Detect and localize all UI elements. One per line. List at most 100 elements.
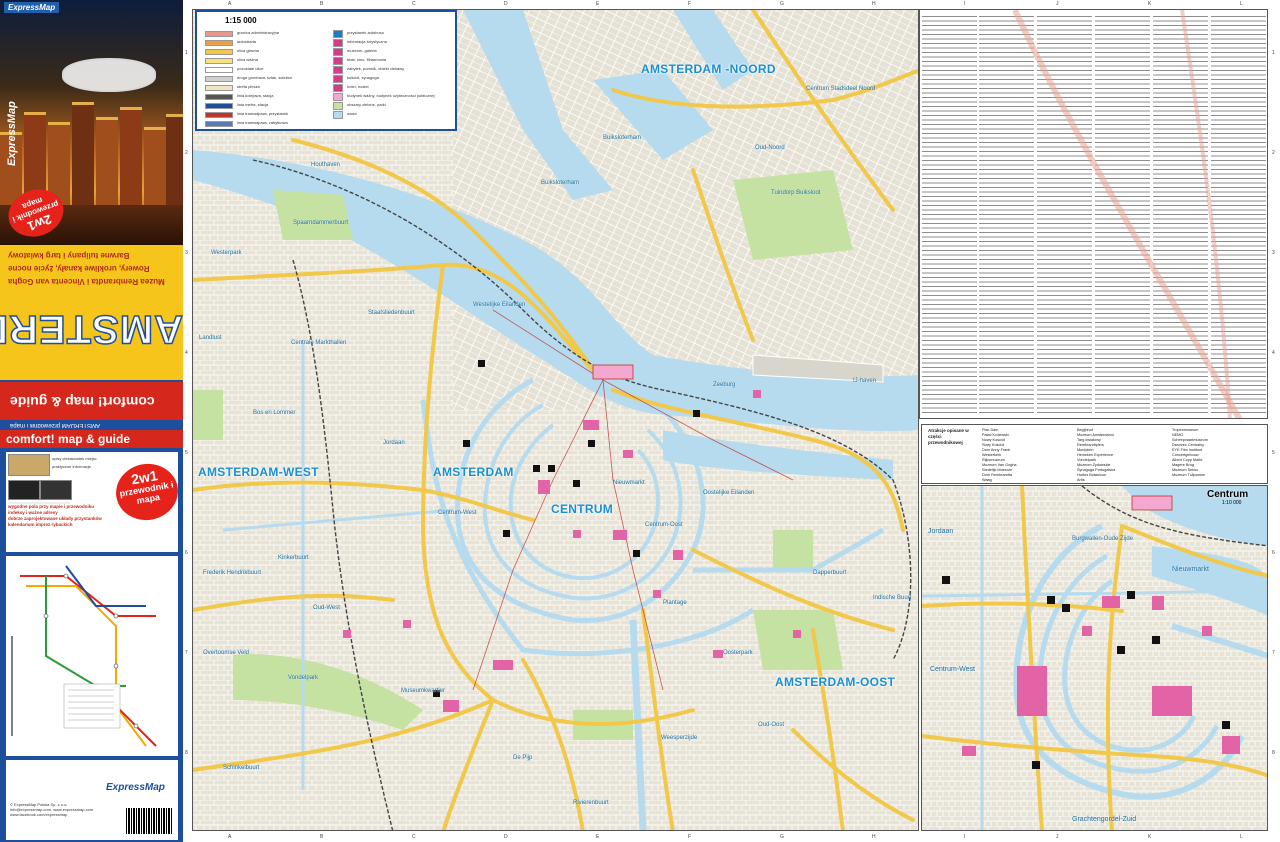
legend-item: granica administracyjna [205, 30, 305, 37]
place-label: Oud-Noord [755, 145, 785, 151]
cover-tagline-band-2: comfort! map & guide [0, 430, 183, 448]
legend-label: linia tramwajowa, przystanek [237, 111, 289, 116]
legend-label: ulica główna [237, 48, 260, 53]
place-label: Overtoomse Veld [203, 650, 250, 656]
sight-item: Waag [982, 478, 992, 482]
legend-label: hotel, hostel [347, 84, 369, 89]
district-label: CENTRUM [551, 502, 614, 516]
inset-title: Centrum [1207, 489, 1249, 500]
cover-bullet: Barwne tulipany i targ kwiatowy [8, 251, 130, 260]
place-label: Dapperbuurt [813, 570, 847, 576]
grid-column-label: C [412, 1, 416, 7]
publisher-line: www.facebook.com/expressmap [10, 812, 68, 817]
place-label: Centrale Markthallen [291, 340, 347, 346]
brand-logo-vertical: ExpressMap [6, 101, 18, 166]
place-label: Westerpark [211, 250, 242, 256]
grid-column-label: D [504, 1, 508, 7]
grid-column-label: C [412, 834, 416, 840]
legend-swatch [333, 102, 343, 110]
legend-label: ulica ważna [237, 57, 258, 62]
grid-column-label: E [596, 1, 600, 7]
index-decoration [1012, 10, 1243, 418]
publisher-logo: ExpressMap [106, 782, 165, 793]
grid-column-label: L [1240, 1, 1243, 7]
legend-swatch [333, 57, 343, 65]
inset-scale: 1:10 000 [1222, 500, 1242, 506]
map-drawing [193, 10, 918, 830]
legend-item: muzeum, galeria [333, 48, 433, 56]
legend-item: pozostałe ulice [205, 66, 305, 73]
grid-column-label: G [780, 1, 784, 7]
sights-list: Atrakcje opisane w części przewodnikowej… [921, 424, 1268, 484]
legend-item: droga gruntowa, szlak, ścieżka [205, 75, 305, 82]
place-label: Centrum-West [438, 510, 477, 516]
legend-label: autostrada [237, 39, 256, 44]
legend-swatch [333, 93, 343, 101]
legend-item: linia kolejowa, stacja [205, 93, 305, 100]
place-label: Landlust [199, 335, 222, 341]
cover-tagline-band: comfort! map & guide [0, 382, 183, 420]
legend-swatch [205, 76, 233, 82]
legend-label: zabytek, pomnik, obiekt ciekawy [347, 66, 405, 71]
legend-item: zabytek, pomnik, obiekt ciekawy [333, 66, 433, 74]
inset-place-label: Burgwallen-Oude Zijde [1072, 536, 1134, 542]
grid-row-label: 4 [1272, 350, 1275, 356]
legend-swatch [205, 112, 233, 118]
place-label: Frederik Hendrikbuurt [203, 570, 262, 576]
sights-title: Atrakcje opisane w części przewodnikowej [928, 428, 969, 445]
place-label: Museumkwartier [401, 688, 446, 694]
place-label: Weesperzijde [661, 735, 698, 741]
legend-item: linia metra, stacja [205, 102, 305, 109]
barcode [126, 808, 172, 834]
place-label: De Pijp [513, 755, 533, 761]
cover-panel: ExpressMap ExpressMap Barwne tulipany i … [0, 0, 183, 842]
place-label: Houthaven [311, 162, 341, 168]
grid-row-label: 3 [1272, 250, 1275, 256]
cover-bullet: Rowery, urokliwe kanały, życie nocne [8, 264, 150, 273]
place-label: Jordaan [383, 440, 405, 446]
grid-row-label: 8 [185, 750, 188, 756]
place-label: Vondelpark [288, 675, 319, 681]
legend-label: granica administracyjna [237, 30, 280, 35]
legend-swatch [205, 31, 233, 37]
grid-column-label: K [1148, 834, 1152, 840]
legend-label: pozostałe ulice [237, 66, 264, 71]
legend-swatch [205, 67, 233, 73]
place-label: Buiksloterham [541, 180, 580, 186]
legend-label: muzeum, galeria [347, 48, 377, 53]
sight-item: Artis [1077, 478, 1085, 482]
grid-column-label: B [320, 1, 324, 7]
grid-column-label: D [504, 834, 508, 840]
legend-item: ulica ważna [205, 57, 305, 64]
district-label: AMSTERDAM-OOST [775, 675, 896, 689]
centrum-inset-map[interactable]: Centrum 1:10 000 Jordaan Centrum-West Gr… [921, 485, 1268, 831]
main-map[interactable]: AMSTERDAM -NOORD AMSTERDAM-WEST AMSTERDA… [192, 9, 919, 831]
legend-item: strefa piesza [205, 84, 305, 91]
cover-bullet: Muzea Rembrandta i Vincenta van Gogha [8, 277, 165, 286]
legend-item: kościół, synagoga [333, 75, 433, 83]
legend-item: obszary zielone, parki [333, 102, 433, 110]
district-label: AMSTERDAM [433, 465, 514, 479]
feature: praktyczne informacje [52, 464, 91, 469]
inset-place-label: Centrum-West [930, 666, 975, 673]
place-label: Kinkerbuurt [278, 555, 309, 561]
grid-column-label: L [1240, 834, 1243, 840]
grid-row-label: 5 [185, 450, 188, 456]
legend-label: linia kolejowa, stacja [237, 93, 274, 98]
legend-swatch [205, 103, 233, 109]
grid-row-label: 5 [1272, 450, 1275, 456]
grid-row-label: 2 [185, 150, 188, 156]
grid-column-label: H [872, 1, 876, 7]
legend-item: teatr, kino, filharmonia [333, 57, 433, 65]
grid-column-label: J [1056, 1, 1059, 7]
grid-row-label: 1 [185, 50, 188, 56]
grid-row-label: 7 [185, 650, 188, 656]
place-label: Centrum-Oost [645, 522, 683, 528]
grid-row-label: 4 [185, 350, 188, 356]
legend-label: droga gruntowa, szlak, ścieżka [237, 75, 292, 80]
inset-place-label: Jordaan [928, 528, 954, 535]
inset-place-label: Grachtengordel-Zuid [1072, 816, 1137, 823]
legend-swatch [205, 49, 233, 55]
place-label: Bos en Lommer [253, 410, 296, 416]
map-legend: 1:15 000 granica administracyjna autostra… [195, 10, 457, 131]
